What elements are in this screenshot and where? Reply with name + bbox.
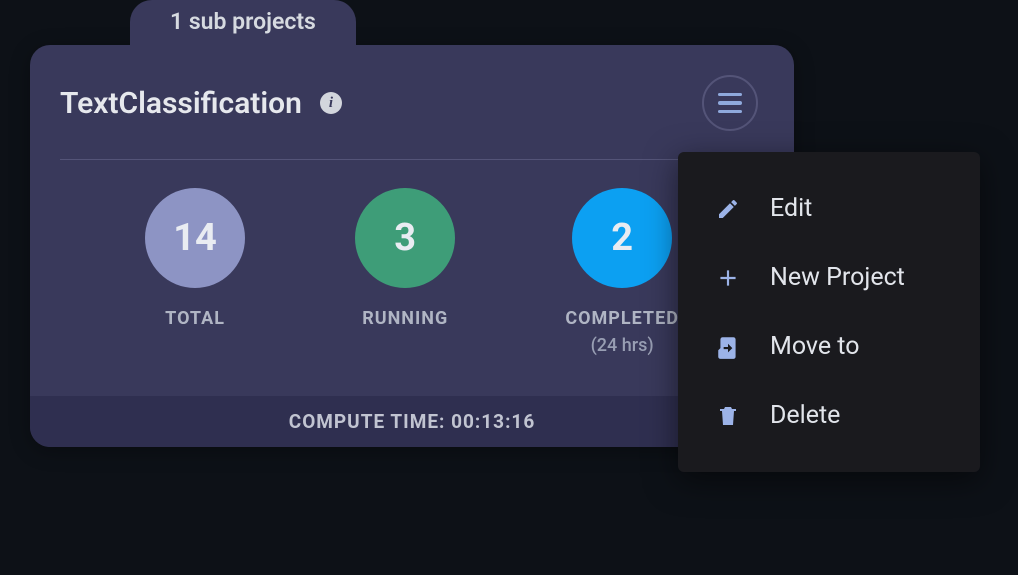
menu-item-move-to[interactable]: Move to [678, 312, 980, 381]
title-group: TextClassification i [60, 86, 342, 121]
stats-row: 14 TOTAL 3 RUNNING 2 COMPLETED (24 hrs) [60, 160, 764, 396]
completed-circle: 2 [572, 188, 672, 288]
running-label: RUNNING [362, 308, 448, 329]
menu-item-move-to-label: Move to [770, 332, 860, 361]
running-circle: 3 [355, 188, 455, 288]
context-menu: Edit New Project Move to Delete [678, 152, 980, 472]
completed-value: 2 [611, 216, 633, 260]
compute-time-text: COMPUTE TIME: 00:13:16 [289, 410, 535, 433]
subprojects-tab[interactable]: 1 sub projects [130, 0, 356, 45]
card-header: TextClassification i [60, 75, 764, 160]
menu-item-edit[interactable]: Edit [678, 174, 980, 243]
menu-item-edit-label: Edit [770, 194, 812, 223]
menu-item-new-project-label: New Project [770, 263, 905, 292]
completed-label: COMPLETED [565, 308, 679, 329]
total-label: TOTAL [165, 308, 225, 329]
stat-completed[interactable]: 2 COMPLETED (24 hrs) [565, 188, 679, 356]
project-title: TextClassification [60, 86, 302, 121]
trash-icon [714, 402, 742, 430]
pencil-icon [714, 195, 742, 223]
menu-item-new-project[interactable]: New Project [678, 243, 980, 312]
menu-button[interactable] [702, 75, 758, 131]
running-value: 3 [394, 216, 416, 260]
menu-item-delete-label: Delete [770, 401, 840, 430]
plus-icon [714, 264, 742, 292]
subprojects-tab-label: 1 sub projects [170, 8, 316, 35]
info-icon[interactable]: i [320, 92, 342, 114]
menu-item-delete[interactable]: Delete [678, 381, 980, 450]
completed-sublabel: (24 hrs) [591, 335, 654, 356]
stat-total[interactable]: 14 TOTAL [145, 188, 245, 356]
total-value: 14 [173, 216, 217, 260]
hamburger-icon [718, 93, 742, 97]
total-circle: 14 [145, 188, 245, 288]
folder-arrow-icon [714, 333, 742, 361]
stat-running[interactable]: 3 RUNNING [355, 188, 455, 356]
